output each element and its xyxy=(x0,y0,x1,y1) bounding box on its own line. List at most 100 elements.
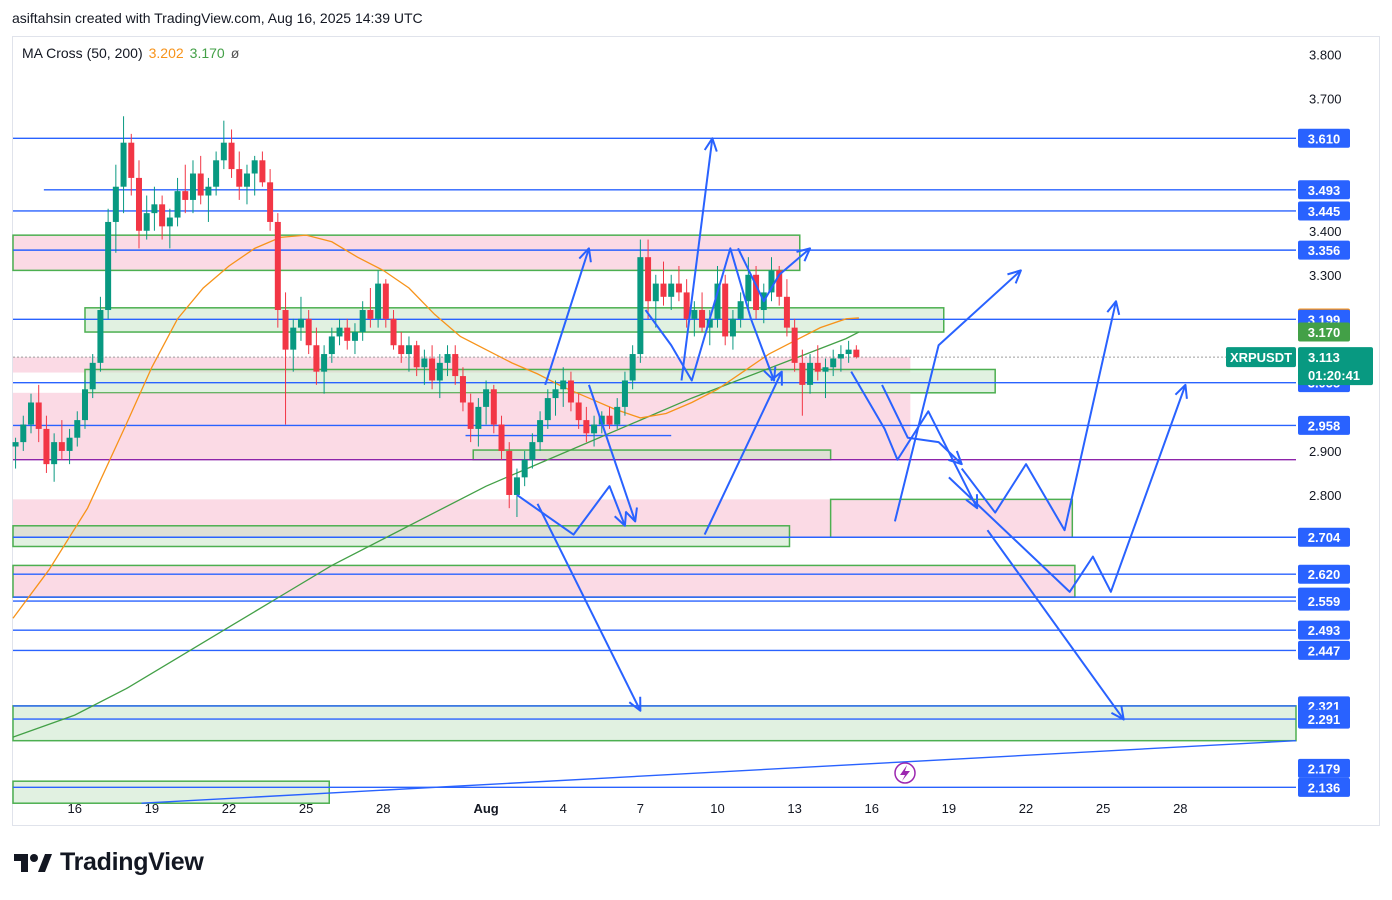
time-tick-label: 10 xyxy=(710,801,724,816)
candle-body xyxy=(459,376,466,403)
candle-body xyxy=(12,442,19,447)
lightning-icon[interactable] xyxy=(894,762,916,784)
candle-body xyxy=(853,349,860,358)
tradingview-logo-text: TradingView xyxy=(60,848,204,876)
candle-body xyxy=(405,345,412,355)
price-badge-text: 2.447 xyxy=(1308,643,1341,658)
price-badges: 3.6103.4933.4453.3563.2023.1993.1703.055… xyxy=(1226,128,1373,797)
countdown-text: 01:20:41 xyxy=(1308,368,1360,383)
price-badge: 2.136 xyxy=(1298,777,1350,797)
candle xyxy=(105,208,112,319)
candle-body xyxy=(305,318,312,346)
candle-body xyxy=(166,217,173,227)
candle-body xyxy=(89,362,96,390)
candle xyxy=(722,274,729,346)
candle-body xyxy=(74,420,81,438)
candle-body xyxy=(799,362,806,385)
zone-green-4 xyxy=(84,368,996,394)
trend-line-0 xyxy=(141,739,1297,804)
price-badge: 2.447 xyxy=(1298,640,1350,660)
price-tick-label: 3.800 xyxy=(1309,48,1342,63)
candle-body xyxy=(328,336,335,355)
candle-body xyxy=(413,345,420,368)
last-price-text: 3.113 xyxy=(1308,350,1340,365)
candle-body xyxy=(351,332,358,341)
candle-body xyxy=(783,296,790,328)
candle-body xyxy=(575,402,582,421)
candle-body xyxy=(567,380,574,403)
candle-body xyxy=(267,182,274,222)
candle-body xyxy=(228,142,235,170)
candle-body xyxy=(683,292,690,319)
candle-body xyxy=(791,327,798,363)
candle xyxy=(699,292,706,333)
candle-body xyxy=(483,389,490,407)
tradingview-logo-icon xyxy=(14,853,52,872)
candle-body xyxy=(51,442,58,465)
candle-body xyxy=(521,459,528,478)
candle-body xyxy=(830,358,837,368)
projection-arrow xyxy=(986,529,1125,721)
time-tick-label: 4 xyxy=(560,801,567,816)
ma50-value: 3.202 xyxy=(148,45,184,61)
price-badge: 2.620 xyxy=(1298,564,1350,584)
zone-green-6 xyxy=(472,449,832,461)
candle-body xyxy=(213,160,220,187)
price-tick-label: 3.400 xyxy=(1309,224,1342,239)
candle-body xyxy=(151,204,158,214)
price-tick-label: 2.900 xyxy=(1309,444,1342,459)
price-badge-text: 2.704 xyxy=(1308,530,1341,545)
candle-body xyxy=(43,428,50,465)
candle-body xyxy=(513,477,520,495)
candle-body xyxy=(606,415,613,425)
candle-body xyxy=(722,283,729,337)
candle-body xyxy=(436,362,443,381)
price-badge-text: 3.493 xyxy=(1308,183,1341,198)
visibility-icon[interactable]: ø xyxy=(231,45,240,61)
candle-body xyxy=(112,186,119,222)
zone-green-9 xyxy=(12,525,791,548)
candle xyxy=(197,155,204,205)
price-tick-label: 3.300 xyxy=(1309,268,1342,283)
price-badge: 2.493 xyxy=(1298,620,1350,640)
price-badge-text: 2.493 xyxy=(1308,623,1341,638)
ma-cross-indicator[interactable]: MA Cross (50, 200) 3.202 3.170 ø xyxy=(22,45,239,61)
candle xyxy=(259,151,266,187)
price-badge: 2.704 xyxy=(1298,527,1350,547)
candle-body xyxy=(20,424,27,443)
candle-body xyxy=(637,257,644,355)
candle-body xyxy=(382,283,389,319)
candle-body xyxy=(475,406,482,429)
candle-body xyxy=(143,213,150,231)
price-badge-text: 3.170 xyxy=(1308,325,1341,340)
candle-body xyxy=(120,142,127,187)
candle-body xyxy=(367,310,374,319)
price-badge-text: 3.445 xyxy=(1308,204,1341,219)
candle-body xyxy=(375,283,382,319)
candle-body xyxy=(182,191,189,200)
candle-body xyxy=(745,274,752,302)
candle-body xyxy=(58,442,65,451)
tradingview-logo[interactable]: TradingView xyxy=(14,848,204,877)
candle-body xyxy=(467,402,474,429)
price-badge: 3.493 xyxy=(1298,180,1350,200)
time-tick-label: 16 xyxy=(67,801,81,816)
indicator-name: MA Cross (50, 200) xyxy=(22,45,143,61)
candle-body xyxy=(737,301,744,319)
candle xyxy=(174,177,181,227)
candle-body xyxy=(537,420,544,443)
candle-body xyxy=(814,362,821,372)
candle-body xyxy=(197,173,204,196)
projection-arrow xyxy=(960,300,1121,532)
candle-body xyxy=(591,424,598,434)
candle-body xyxy=(498,424,505,451)
candle-body xyxy=(691,310,698,319)
candle-body xyxy=(529,442,536,460)
candle-body xyxy=(297,318,304,328)
price-chart[interactable]: 3.800 3.700 3.400 3.300 2.900 2.800 16 19 22 25 2… xyxy=(0,0,1392,900)
candle-body xyxy=(35,402,42,429)
candle xyxy=(506,442,513,509)
zone-green-12 xyxy=(12,705,1297,742)
candle xyxy=(213,151,220,196)
candle-body xyxy=(444,354,451,363)
